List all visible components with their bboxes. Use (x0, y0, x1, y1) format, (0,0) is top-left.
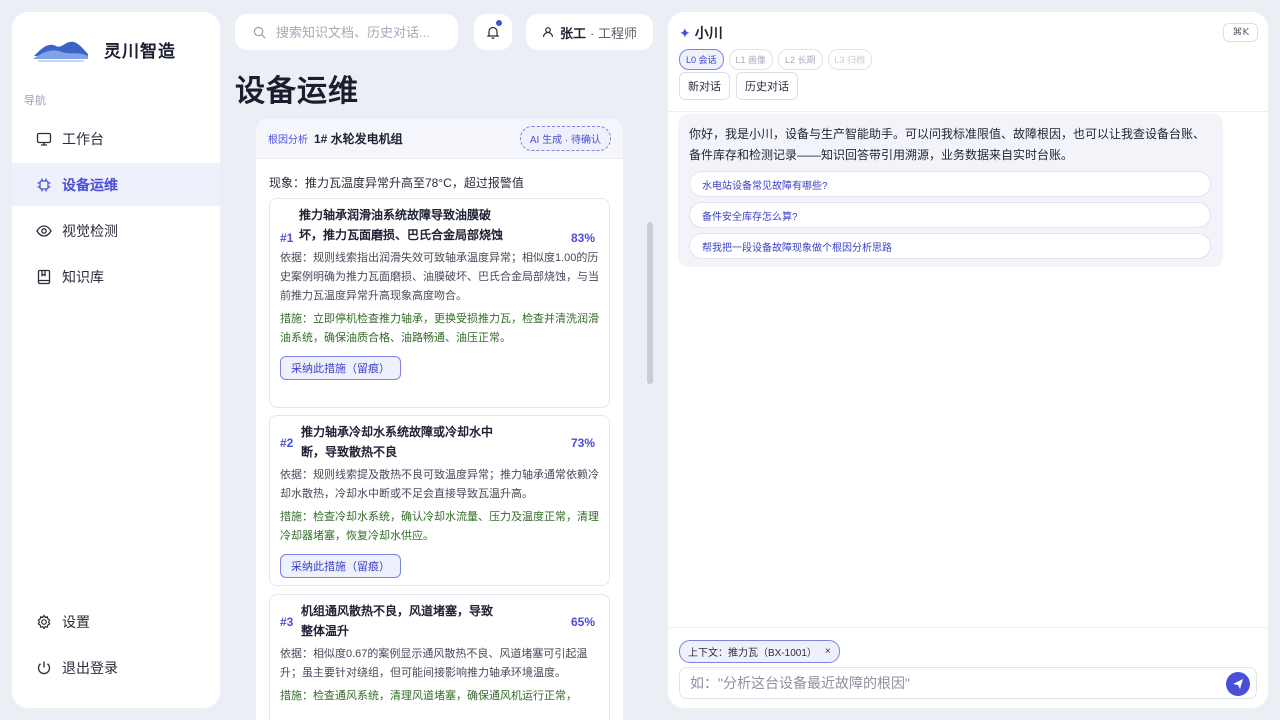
sidebar-item-label: 退出登录 (62, 659, 118, 676)
logo-icon (34, 41, 88, 62)
composer: 上下文：推力瓦（BX-1001） × (668, 627, 1268, 708)
sidebar-item-knowledge-base[interactable]: 知识库 (12, 255, 220, 298)
cause-probability: 73% (570, 436, 595, 450)
user-menu[interactable]: 张工 · 工程师 (526, 14, 653, 50)
cause-action: 措施：检查冷却水系统，确认冷却水流量、压力及温度正常，清理冷却器堵塞，恢复冷却水… (280, 511, 599, 542)
main-nav: 工作台 设备运维 视觉检测 知识库 (12, 117, 220, 301)
gear-icon (36, 613, 52, 630)
search-box (235, 14, 458, 50)
cause-title: 推力轴承冷却水系统故障或冷却水中断，导致散热不良 (301, 425, 494, 459)
chip-icon (36, 177, 52, 193)
cause-card: #2 推力轴承冷却水系统故障或冷却水中断，导致散热不良 73% 依据：规则线索提… (269, 415, 610, 586)
level-tab-l0[interactable]: L0 会话 (679, 49, 724, 70)
suggestion-chip[interactable]: 水电站设备常见故障有哪些? (689, 171, 1211, 197)
cause-card: #1 推力轴承润滑油系统故障导致油膜破坏，推力瓦面磨损、巴氏合金局部烧蚀 83%… (269, 198, 610, 408)
cause-title: 机组通风散热不良，风道堵塞，导致整体温升 (301, 604, 494, 638)
search-icon (253, 26, 266, 38)
close-icon[interactable]: × (825, 646, 831, 657)
cause-action: 措施：立即停机检查推力轴承，更换受损推力瓦，检查并清洗润滑油系统，确保油质合格、… (280, 313, 599, 344)
send-icon (1233, 679, 1243, 689)
notification-button[interactable] (474, 14, 512, 50)
sidebar-item-label: 知识库 (62, 268, 104, 285)
cause-head: #1 推力轴承润滑油系统故障导致油膜破坏，推力瓦面磨损、巴氏合金局部烧蚀 83% (270, 199, 609, 245)
assistant-header: ✦ 小川 ⌘K L0 会话 L1 画像 L2 长期 L3 归档 新对话 历史对话 (668, 12, 1268, 112)
bottom-nav: 设置 退出登录 (12, 600, 220, 692)
cause-action: 措施：检查通风系统，清理风道堵塞，确保通风机运行正常， (280, 690, 577, 702)
panel-scrollbar[interactable] (647, 222, 653, 384)
nav-caption: 导航 (24, 95, 46, 107)
level-tab-l2[interactable]: L2 长期 (778, 49, 823, 70)
sidebar-item-label: 工作台 (62, 130, 104, 147)
root-cause-header: 根因分析 1# 水轮发电机组 AI 生成 · 待确认 (256, 119, 623, 159)
send-button[interactable] (1226, 672, 1250, 696)
brand[interactable]: 灵川智造 (32, 34, 176, 64)
level-tab-l3[interactable]: L3 归档 (827, 49, 873, 70)
book-icon (36, 269, 52, 285)
notification-dot (496, 20, 502, 26)
device-name: 1# 水轮发电机组 (314, 132, 403, 146)
power-icon (36, 660, 52, 676)
sparkle-icon: ✦ (679, 24, 691, 41)
assistant-message: 你好，我是小川，设备与生产智能助手。可以问我标准限值、故障根因，也可以让我查设备… (678, 114, 1223, 267)
search-input[interactable] (276, 24, 446, 40)
adopt-action-button[interactable]: 采纳此措施（留痕） (280, 356, 401, 380)
chat-actions: 新对话 历史对话 (679, 72, 804, 100)
cause-basis: 依据：相似度0.67的案例显示通风散热不良、风道堵塞可引起温升；虽主要针对绕组，… (280, 648, 588, 679)
root-cause-tag: 根因分析 (268, 135, 308, 146)
sidebar-item-label: 设置 (62, 613, 90, 630)
cause-probability: 83% (570, 231, 595, 245)
bell-icon (486, 26, 500, 39)
ai-status-badge: AI 生成 · 待确认 (519, 126, 611, 151)
symptom-text: 现象：推力瓦温度异常升高至78°C，超过报警值 (269, 176, 524, 190)
new-chat-button[interactable]: 新对话 (679, 72, 730, 100)
user-name: 张工 (560, 25, 587, 41)
cause-head: #3 机组通风散热不良，风道堵塞，导致整体温升 65% (270, 595, 609, 641)
memory-levels: L0 会话 L1 画像 L2 长期 L3 归档 (679, 49, 877, 70)
cause-card: #3 机组通风散热不良，风道堵塞，导致整体温升 65% 依据：相似度0.67的案… (269, 594, 610, 720)
assistant-panel: ✦ 小川 ⌘K L0 会话 L1 画像 L2 长期 L3 归档 新对话 历史对话… (668, 12, 1268, 708)
cause-head: #2 推力轴承冷却水系统故障或冷却水中断，导致散热不良 73% (270, 416, 609, 462)
sidebar-item-label: 设备运维 (62, 176, 118, 193)
cause-rank: #1 (280, 231, 294, 245)
sidebar: 灵川智造 导航 工作台 设备运维 视觉检测 知识库 设置 退出登录 (12, 12, 220, 708)
chat-input[interactable] (690, 675, 1210, 691)
sidebar-item-logout[interactable]: 退出登录 (12, 646, 220, 689)
assistant-title: ✦ 小川 (679, 23, 723, 43)
cause-rank: #3 (280, 615, 294, 629)
chat-input-box (679, 667, 1257, 699)
cause-title: 推力轴承润滑油系统故障导致油膜破坏，推力瓦面磨损、巴氏合金局部烧蚀 (299, 208, 504, 242)
adopt-action-button[interactable]: 采纳此措施（留痕） (280, 554, 401, 578)
suggestion-chip[interactable]: 帮我把一段设备故障现象做个根因分析思路 (689, 233, 1211, 259)
monitor-icon (36, 131, 52, 147)
page-title: 设备运维 (235, 75, 359, 108)
context-chip: 上下文：推力瓦（BX-1001） × (679, 640, 840, 663)
eye-icon (36, 223, 52, 239)
context-chip-label: 上下文：推力瓦（BX-1001） (688, 648, 817, 659)
user-icon (542, 27, 554, 38)
brand-name: 灵川智造 (104, 41, 176, 61)
user-role: · 工程师 (590, 25, 637, 41)
sidebar-item-equipment-ops[interactable]: 设备运维 (12, 163, 220, 206)
history-button[interactable]: 历史对话 (736, 72, 798, 100)
sidebar-item-label: 视觉检测 (62, 222, 118, 239)
assistant-greeting: 你好，我是小川，设备与生产智能助手。可以问我标准限值、故障根因，也可以让我查设备… (689, 127, 1206, 162)
level-tab-l1[interactable]: L1 画像 (728, 49, 774, 70)
sidebar-item-visual-inspection[interactable]: 视觉检测 (12, 209, 220, 252)
assistant-name: 小川 (694, 25, 723, 41)
shortcut-badge[interactable]: ⌘K (1223, 23, 1258, 42)
sidebar-item-workbench[interactable]: 工作台 (12, 117, 220, 160)
root-cause-panel: 根因分析 1# 水轮发电机组 AI 生成 · 待确认 现象：推力瓦温度异常升高至… (256, 119, 623, 720)
cause-basis: 依据：规则线索指出润滑失效可致轴承温度异常；相似度1.00的历史案例明确为推力瓦… (280, 252, 599, 302)
cause-probability: 65% (570, 615, 595, 629)
sidebar-item-settings[interactable]: 设置 (12, 600, 220, 643)
cause-rank: #2 (280, 436, 294, 450)
cause-basis: 依据：规则线索提及散热不良可致温度异常；推力轴承通常依赖冷却水散热，冷却水中断或… (280, 469, 599, 500)
suggestion-chip[interactable]: 备件安全库存怎么算? (689, 202, 1211, 228)
